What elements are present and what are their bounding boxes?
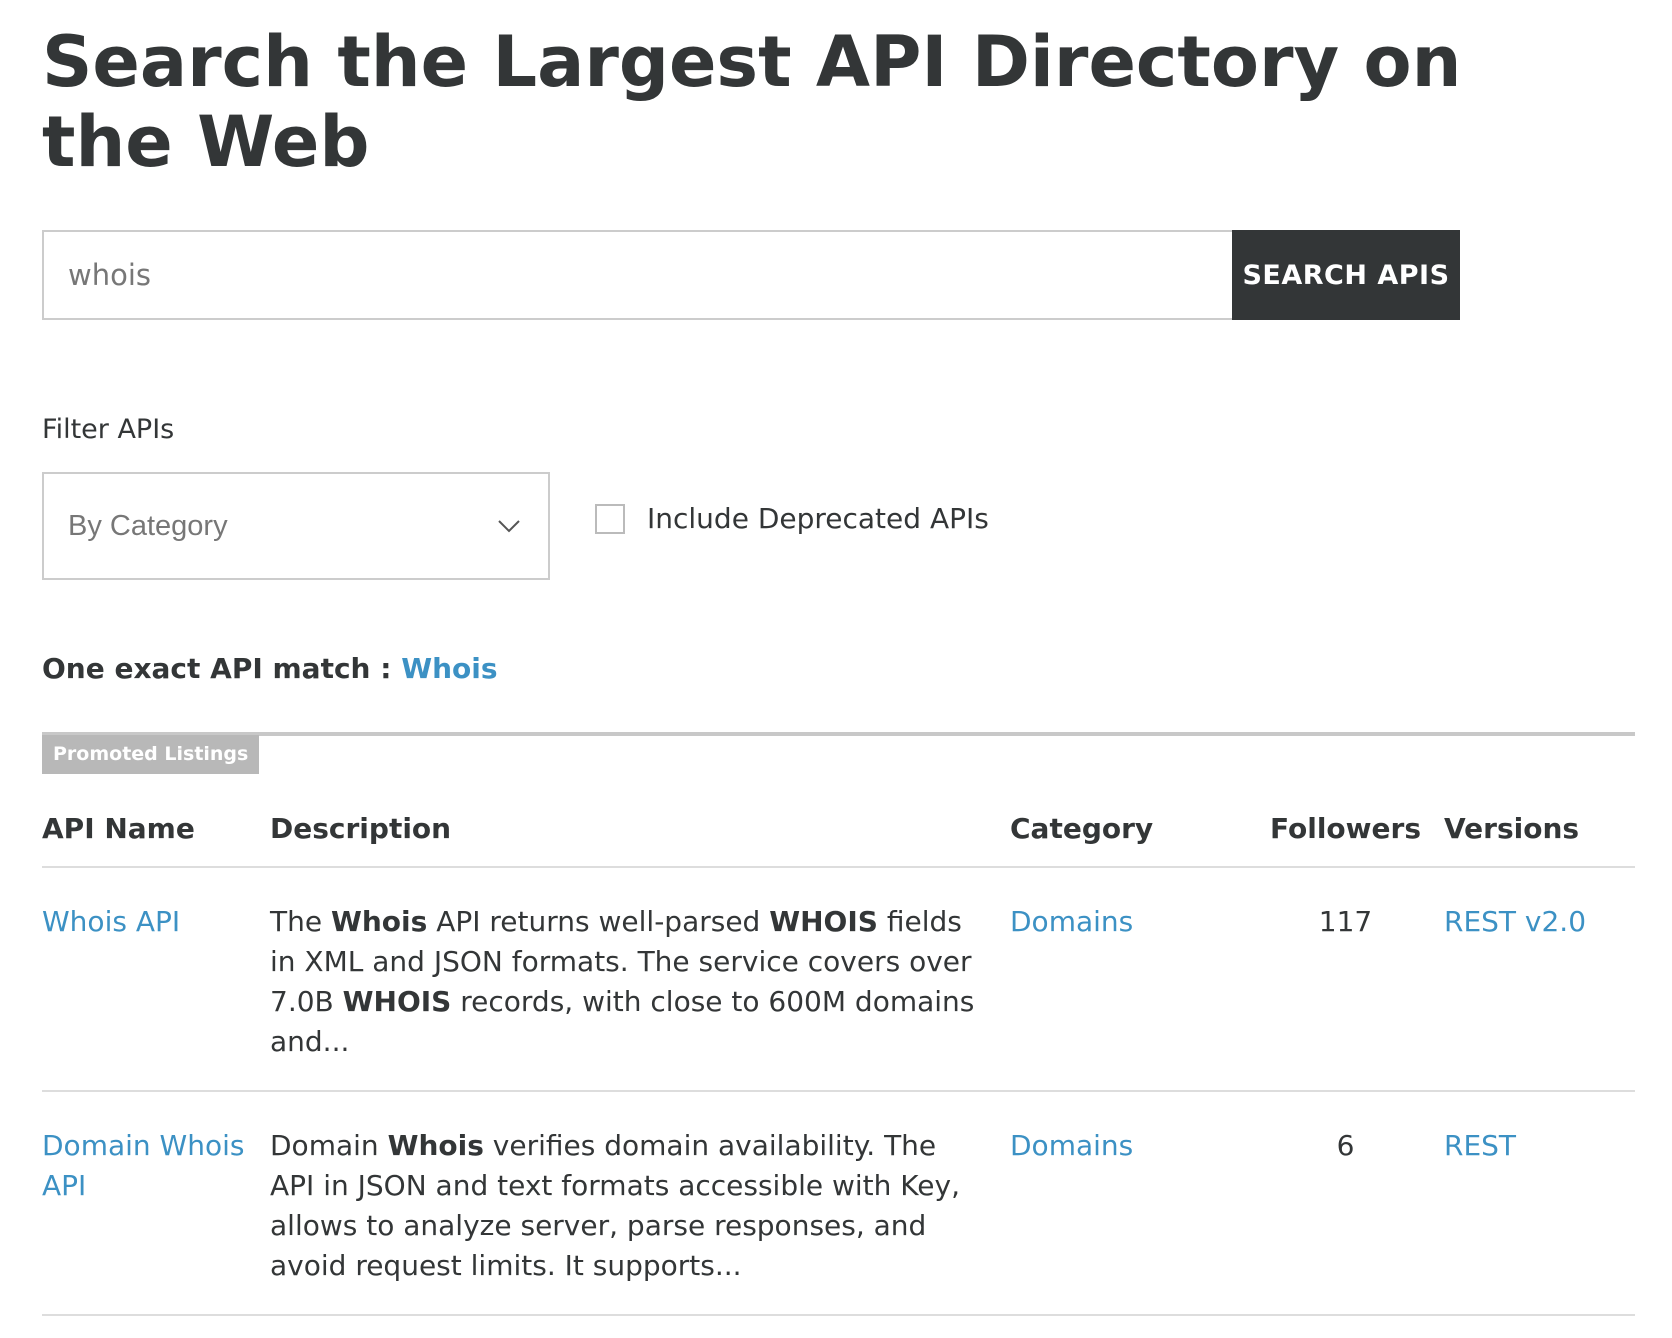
promoted-divider [42,732,1635,736]
api-version-link[interactable]: REST [1444,1126,1635,1280]
table-row: Whois API The Whois API returns well-par… [42,868,1635,1092]
api-followers: 6 [1336,1129,1355,1162]
page: Search the Largest API Directory on the … [0,0,1672,1338]
search-input[interactable] [42,230,1232,320]
header-category[interactable]: Category [1010,812,1247,845]
description-segment: Domain [270,1129,388,1162]
category-select[interactable]: By Category [42,472,550,580]
header-api-name[interactable]: API Name [42,812,270,845]
header-versions: Versions [1444,811,1580,845]
api-version-link[interactable]: REST v2.0 [1444,902,1635,1056]
api-category-link[interactable]: Domains [1010,902,1247,1056]
chevron-down-icon [494,516,524,536]
header-followers[interactable]: Followers [1247,812,1444,845]
api-description: Domain Whois verifies domain availabilit… [270,1126,1010,1282]
api-description: The Whois API returns well-parsed WHOIS … [270,902,1010,1058]
table-header: API Name Description Category Followers … [42,790,1635,868]
page-title: Search the Largest API Directory on the … [42,21,1462,183]
description-segment: Whois [330,905,428,938]
description-segment: The [270,905,331,938]
header-description: Description [270,811,452,845]
description-segment: API returns well-parsed [427,905,770,938]
api-name-link[interactable]: Domain Whois API [42,1126,270,1280]
description-segment: WHOIS [769,905,878,938]
include-deprecated-checkbox[interactable] [595,503,625,534]
exact-match-label: One exact API match : [42,652,392,685]
description-segment: WHOIS [342,985,452,1018]
api-followers: 117 [1318,905,1373,938]
api-name-link[interactable]: Whois API [42,902,270,1056]
filter-label: Filter APIs [42,414,175,445]
category-select-value: By Category [68,509,228,542]
description-segment: Whois [387,1129,484,1162]
search-bar: SEARCH APIS [42,230,1460,320]
include-deprecated-toggle[interactable]: Include Deprecated APIs [595,502,989,535]
table-row: Domain Whois API Domain Whois verifies d… [42,1092,1635,1316]
api-category-link[interactable]: Domains [1010,1126,1247,1280]
exact-match-notice: One exact API match : Whois [42,652,498,685]
search-apis-button[interactable]: SEARCH APIS [1232,230,1460,320]
include-deprecated-label: Include Deprecated APIs [647,502,989,535]
promoted-listings-badge: Promoted Listings [42,735,260,774]
api-table: API Name Description Category Followers … [42,790,1635,1316]
exact-match-link[interactable]: Whois [401,652,497,685]
